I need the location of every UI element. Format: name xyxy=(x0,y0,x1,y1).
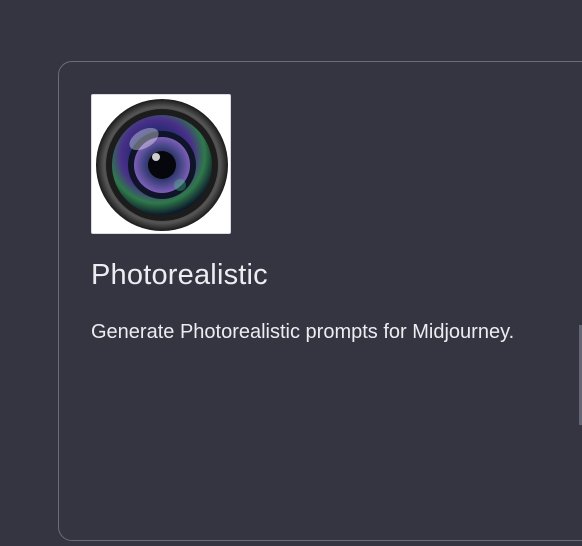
card-title: Photorealistic xyxy=(91,259,268,291)
gpt-card[interactable]: Photorealistic Generate Photorealistic p… xyxy=(58,61,582,541)
card-description: Generate Photorealistic prompts for Midj… xyxy=(91,321,515,343)
camera-lens-icon xyxy=(91,94,231,234)
